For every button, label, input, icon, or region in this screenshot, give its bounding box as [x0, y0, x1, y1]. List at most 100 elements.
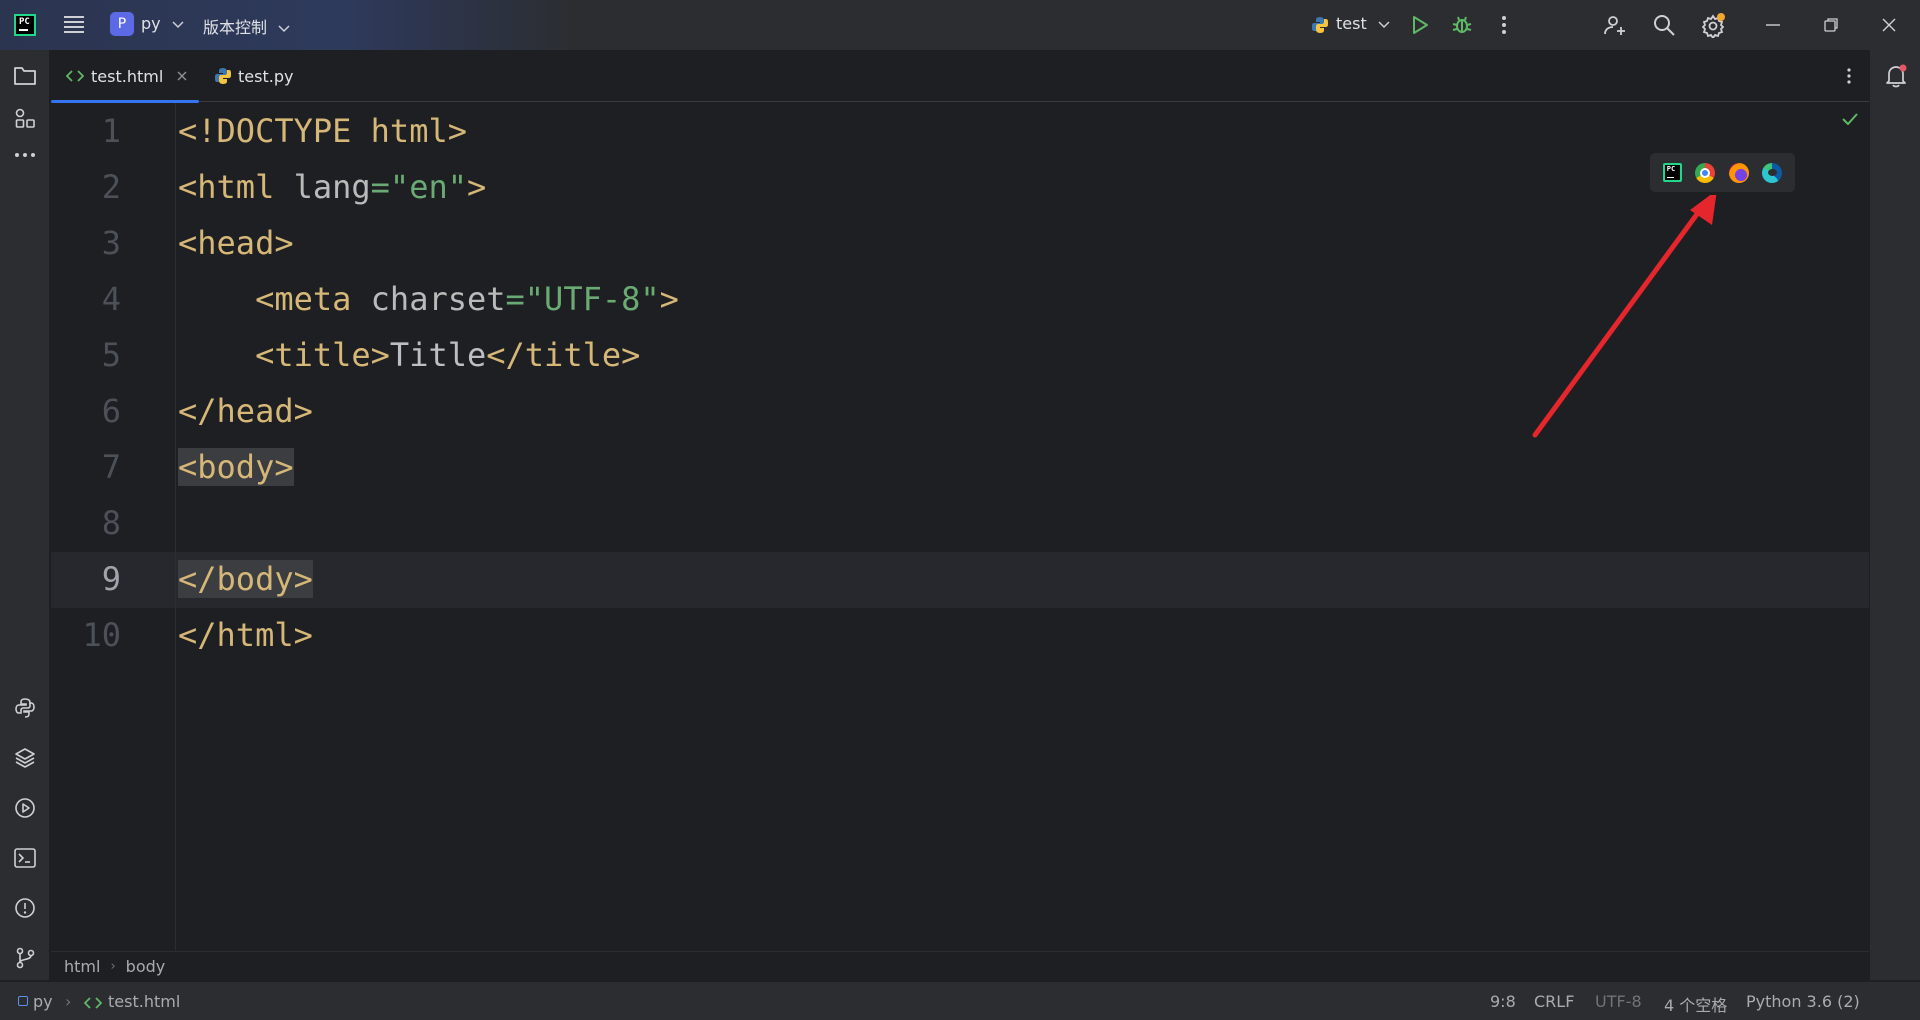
- code-line-3: <head>: [178, 215, 294, 271]
- project-folder-icon[interactable]: [12, 64, 38, 88]
- close-window-icon[interactable]: [1878, 15, 1900, 35]
- line-number: 4: [101, 280, 121, 318]
- line-number: 8: [101, 504, 121, 542]
- open-in-browser-popup: PC: [1650, 153, 1795, 192]
- code-line-5: <title>Title</title>: [178, 327, 640, 383]
- pycharm-browser-icon[interactable]: PC: [1662, 163, 1682, 182]
- restore-icon[interactable]: [1820, 15, 1842, 35]
- breadcrumb: html › body: [51, 951, 1869, 981]
- chevron-down-icon: [172, 21, 184, 29]
- debug-icon[interactable]: [1450, 13, 1474, 37]
- run-icon[interactable]: [1408, 13, 1432, 37]
- code-line-7: <body>: [178, 439, 294, 495]
- status-interpreter[interactable]: Python 3.6 (2): [1746, 992, 1860, 1011]
- status-bar: py › test.html 9:8 CRLF UTF-8 4 个空格 Pyth…: [0, 981, 1920, 1020]
- status-encoding[interactable]: UTF-8: [1595, 992, 1642, 1011]
- code-attr: charset: [370, 280, 506, 318]
- run-config-selector[interactable]: test: [1336, 14, 1390, 33]
- git-branch-icon[interactable]: [12, 945, 38, 971]
- main-menu-icon[interactable]: [62, 12, 86, 36]
- code-token: </title>: [486, 336, 641, 374]
- code-token: </html>: [178, 616, 313, 654]
- chevron-down-icon: [1378, 21, 1390, 29]
- tab-label: test.html: [91, 66, 164, 86]
- code-line-1: <!DOCTYPE html>: [178, 103, 467, 159]
- pycharm-logo-icon[interactable]: PC: [14, 14, 36, 36]
- code-line-6: </head>: [178, 383, 313, 439]
- code-token: <!DOCTYPE html>: [178, 112, 467, 150]
- code-token: >: [659, 280, 679, 318]
- code-token: <head>: [178, 224, 294, 262]
- code-line-10: </html>: [178, 607, 313, 663]
- breadcrumb-item-html[interactable]: html: [64, 957, 100, 976]
- more-tools-icon[interactable]: [12, 146, 38, 164]
- run-config-name: test: [1336, 14, 1367, 33]
- code-token: <meta: [255, 280, 371, 318]
- add-user-icon[interactable]: [1602, 12, 1628, 38]
- html-file-icon: [66, 70, 84, 82]
- code-line-9: </body>: [178, 551, 313, 607]
- breadcrumb-item-body[interactable]: body: [126, 957, 166, 976]
- settings-gear-icon[interactable]: [1700, 12, 1728, 38]
- more-actions-icon[interactable]: [1494, 13, 1514, 37]
- chevron-right-icon: ›: [110, 959, 116, 974]
- code-line-4: <meta charset="UTF-8">: [178, 271, 679, 327]
- python-icon: [1310, 15, 1330, 35]
- firefox-icon[interactable]: [1728, 162, 1749, 183]
- line-number: 2: [101, 168, 121, 206]
- python-file-icon: [215, 68, 231, 84]
- structure-icon[interactable]: [12, 105, 38, 131]
- line-number: 10: [82, 616, 121, 654]
- chrome-icon[interactable]: [1695, 162, 1716, 183]
- code-attr: lang: [293, 168, 371, 206]
- chevron-right-icon: ›: [65, 992, 72, 1011]
- search-icon[interactable]: [1651, 12, 1677, 38]
- tab-options-icon[interactable]: [1839, 66, 1859, 86]
- tab-label: test.py: [238, 66, 294, 86]
- tab-test-py[interactable]: test.py: [214, 50, 324, 102]
- python-console-icon[interactable]: [12, 695, 38, 721]
- services-icon[interactable]: [12, 795, 38, 821]
- tab-test-html[interactable]: test.html: [51, 50, 199, 103]
- left-toolbar: [0, 50, 50, 980]
- title-bar: PC P py 版本控制 test: [0, 0, 1920, 50]
- code-string: "UTF-8": [524, 280, 660, 318]
- annotation-arrow: [1532, 195, 1717, 438]
- vcs-label: 版本控制: [203, 18, 268, 37]
- terminal-icon[interactable]: [12, 845, 38, 871]
- line-number: 7: [101, 448, 121, 486]
- edge-icon[interactable]: [1762, 162, 1783, 183]
- right-toolbar: [1869, 50, 1920, 980]
- line-number: 6: [101, 392, 121, 430]
- code-token: </head>: [178, 392, 313, 430]
- status-caret-position[interactable]: 9:8: [1490, 992, 1516, 1011]
- current-line-highlight: [51, 552, 1869, 608]
- minimize-icon[interactable]: [1762, 15, 1784, 35]
- status-line-ending[interactable]: CRLF: [1534, 992, 1574, 1011]
- close-tab-icon[interactable]: [177, 71, 187, 81]
- code-token: >: [466, 168, 487, 206]
- line-number: 5: [101, 336, 121, 374]
- line-number-gutter: 1 2 3 4 5 6 7 8 9 10: [51, 103, 176, 951]
- code-line-2: <html lang="en">: [178, 159, 486, 215]
- code-token: <title>: [255, 336, 390, 374]
- notifications-bell-icon[interactable]: [1884, 63, 1908, 89]
- line-number: 3: [101, 224, 121, 262]
- line-number-current: 9: [101, 560, 121, 598]
- project-name: py: [141, 14, 161, 33]
- python-packages-icon[interactable]: [12, 745, 38, 771]
- editor-tabs: test.html test.py: [51, 50, 1869, 103]
- chevron-down-icon: [278, 25, 290, 33]
- project-selector[interactable]: py: [141, 14, 184, 33]
- inspection-ok-check-icon[interactable]: [1841, 110, 1859, 128]
- status-indent[interactable]: 4 个空格: [1664, 992, 1727, 1016]
- code-token: =: [505, 280, 525, 318]
- status-file[interactable]: test.html: [108, 992, 180, 1011]
- project-badge[interactable]: P: [110, 12, 134, 36]
- problems-icon[interactable]: [12, 895, 38, 921]
- project-module-icon: [18, 996, 28, 1006]
- vcs-menu[interactable]: 版本控制: [203, 14, 290, 38]
- status-project[interactable]: py: [33, 992, 53, 1011]
